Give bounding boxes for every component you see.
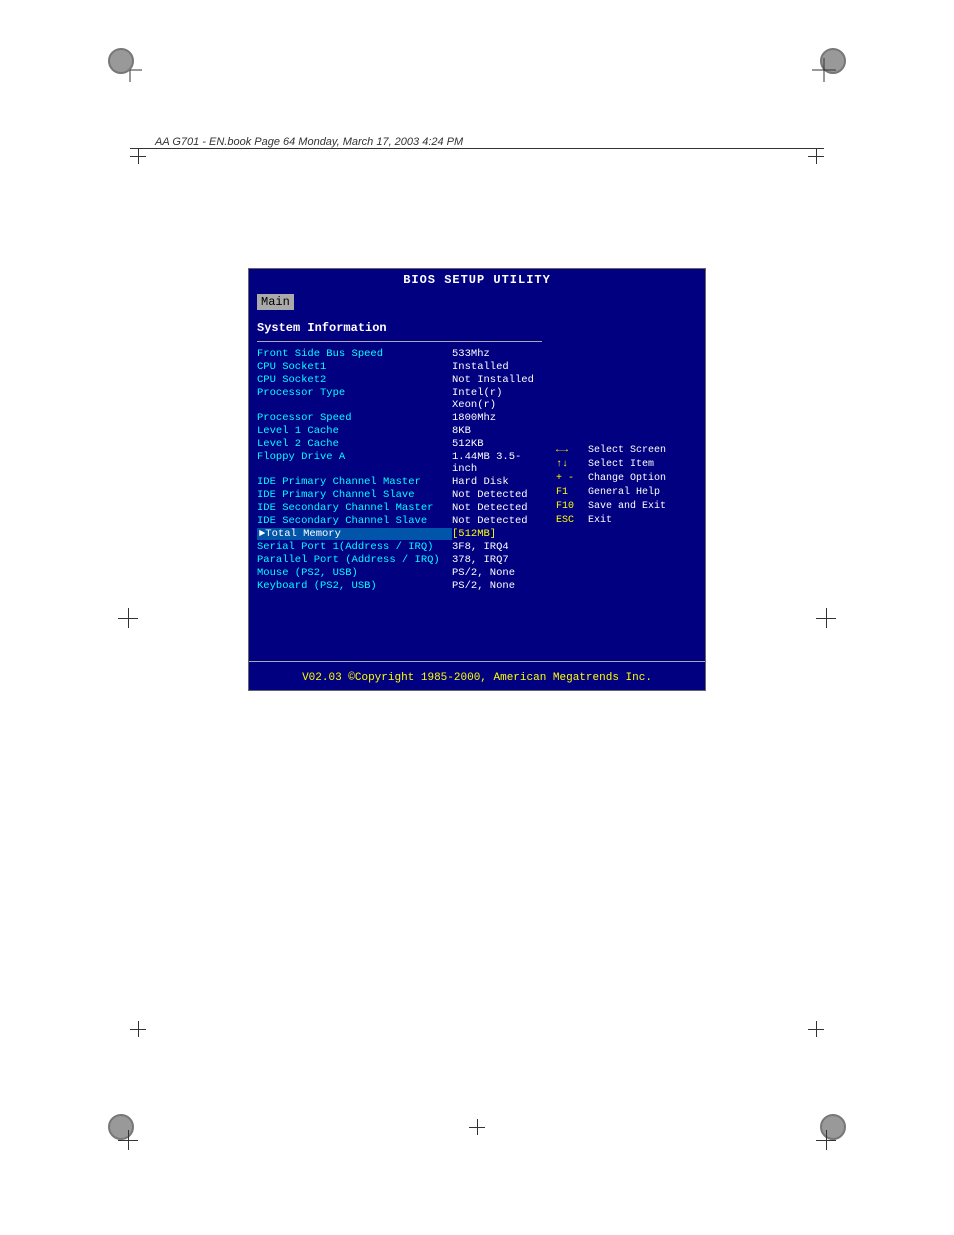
corner-tr <box>812 58 836 82</box>
bios-divider <box>257 341 542 342</box>
row-fsb: Front Side Bus Speed 533Mhz <box>257 348 542 360</box>
value-ide-pri-slave: Not Detected <box>452 489 542 501</box>
label-ide-pri-master: IDE Primary Channel Master <box>257 476 452 488</box>
value-cpu1: Installed <box>452 361 542 373</box>
value-mouse: PS/2, None <box>452 567 542 579</box>
label-total-mem: ►Total Memory <box>257 528 452 540</box>
crosshair-circle-br <box>816 1130 836 1150</box>
help-section: ←→ Select Screen ↑↓ Select Item + - Chan… <box>556 445 699 529</box>
crosshair-header-right <box>808 148 824 164</box>
crosshair-bottom-left <box>130 1021 146 1037</box>
label-cpu2: CPU Socket2 <box>257 374 452 386</box>
value-l1: 8KB <box>452 425 542 437</box>
help-row-f1: F1 General Help <box>556 487 699 498</box>
header-rule <box>130 148 824 149</box>
help-row-esc: ESC Exit <box>556 515 699 526</box>
value-serial1: 3F8, IRQ4 <box>452 541 542 553</box>
row-l2: Level 2 Cache 512KB <box>257 438 542 450</box>
row-ide-sec-slave: IDE Secondary Channel Slave Not Detected <box>257 515 542 527</box>
value-cpu2: Not Installed <box>452 374 542 386</box>
row-proc-speed: Processor Speed 1800Mhz <box>257 412 542 424</box>
value-ide-pri-master: Hard Disk <box>452 476 542 488</box>
value-ide-sec-slave: Not Detected <box>452 515 542 527</box>
value-parallel: 378, IRQ7 <box>452 554 542 566</box>
row-floppy: Floppy Drive A 1.44MB 3.5-inch <box>257 451 542 475</box>
help-row-screen: ←→ Select Screen <box>556 445 699 456</box>
row-serial1: Serial Port 1(Address / IRQ) 3F8, IRQ4 <box>257 541 542 553</box>
row-parallel: Parallel Port (Address / IRQ) 378, IRQ7 <box>257 554 542 566</box>
bios-content-area: System Information Front Side Bus Speed … <box>249 313 705 661</box>
value-total-mem: [512MB] <box>452 528 542 540</box>
row-cpu1: CPU Socket1 Installed <box>257 361 542 373</box>
desc-general-help: General Help <box>588 487 660 498</box>
crosshair-bottom-center <box>469 1119 485 1135</box>
label-ide-pri-slave: IDE Primary Channel Slave <box>257 489 452 501</box>
key-arrows-lr: ←→ <box>556 445 588 456</box>
value-keyboard: PS/2, None <box>452 580 542 592</box>
bios-footer: V02.03 ©Copyright 1985-2000, American Me… <box>249 661 705 690</box>
help-row-f10: F10 Save and Exit <box>556 501 699 512</box>
label-l1: Level 1 Cache <box>257 425 452 437</box>
row-l1: Level 1 Cache 8KB <box>257 425 542 437</box>
label-cpu1: CPU Socket1 <box>257 361 452 373</box>
key-esc: ESC <box>556 515 588 526</box>
row-ide-pri-slave: IDE Primary Channel Slave Not Detected <box>257 489 542 501</box>
label-parallel: Parallel Port (Address / IRQ) <box>257 554 452 566</box>
bios-menu-bar: Main <box>249 291 705 313</box>
desc-save-exit: Save and Exit <box>588 501 666 512</box>
label-floppy: Floppy Drive A <box>257 451 452 475</box>
label-mouse: Mouse (PS2, USB) <box>257 567 452 579</box>
row-keyboard: Keyboard (PS2, USB) PS/2, None <box>257 580 542 592</box>
key-f10: F10 <box>556 501 588 512</box>
crosshair-header-left <box>130 148 146 164</box>
help-row-item: ↑↓ Select Item <box>556 459 699 470</box>
crosshair-right-mid <box>816 608 836 628</box>
bios-footer-text: V02.03 ©Copyright 1985-2000, American Me… <box>302 672 652 684</box>
desc-select-item: Select Item <box>588 459 654 470</box>
key-f1: F1 <box>556 487 588 498</box>
label-ide-sec-master: IDE Secondary Channel Master <box>257 502 452 514</box>
desc-exit: Exit <box>588 515 612 526</box>
value-proc-speed: 1800Mhz <box>452 412 542 424</box>
key-arrows-ud: ↑↓ <box>556 459 588 470</box>
bios-title: BIOS SETUP UTILITY <box>249 269 705 291</box>
row-total-mem: ►Total Memory [512MB] <box>257 528 542 540</box>
crosshair-left-mid <box>118 608 138 628</box>
row-cpu2: CPU Socket2 Not Installed <box>257 374 542 386</box>
desc-select-screen: Select Screen <box>588 445 666 456</box>
crosshair-bottom-right <box>808 1021 824 1037</box>
value-fsb: 533Mhz <box>452 348 542 360</box>
value-floppy: 1.44MB 3.5-inch <box>452 451 542 475</box>
label-proc-type: Processor Type <box>257 387 452 411</box>
bios-main-panel: System Information Front Side Bus Speed … <box>249 313 550 661</box>
key-plus-minus: + - <box>556 473 588 484</box>
label-proc-speed: Processor Speed <box>257 412 452 424</box>
row-ide-pri-master: IDE Primary Channel Master Hard Disk <box>257 476 542 488</box>
label-ide-sec-slave: IDE Secondary Channel Slave <box>257 515 452 527</box>
label-l2: Level 2 Cache <box>257 438 452 450</box>
value-proc-type: Intel(r) Xeon(r) <box>452 387 542 411</box>
bios-setup-window: BIOS SETUP UTILITY Main System Informati… <box>248 268 706 691</box>
label-fsb: Front Side Bus Speed <box>257 348 452 360</box>
label-serial1: Serial Port 1(Address / IRQ) <box>257 541 452 553</box>
help-row-option: + - Change Option <box>556 473 699 484</box>
row-proc-type: Processor Type Intel(r) Xeon(r) <box>257 387 542 411</box>
spacer <box>257 593 542 653</box>
value-ide-sec-master: Not Detected <box>452 502 542 514</box>
crosshair-circle-bl <box>118 1130 138 1150</box>
row-mouse: Mouse (PS2, USB) PS/2, None <box>257 567 542 579</box>
desc-change-option: Change Option <box>588 473 666 484</box>
header-text: AA G701 - EN.book Page 64 Monday, March … <box>155 136 463 148</box>
value-l2: 512KB <box>452 438 542 450</box>
circle-tl <box>108 48 134 74</box>
bios-section-title: System Information <box>257 321 542 335</box>
bios-side-panel: ←→ Select Screen ↑↓ Select Item + - Chan… <box>550 313 705 661</box>
bios-menu-main[interactable]: Main <box>257 294 294 310</box>
row-ide-sec-master: IDE Secondary Channel Master Not Detecte… <box>257 502 542 514</box>
label-keyboard: Keyboard (PS2, USB) <box>257 580 452 592</box>
